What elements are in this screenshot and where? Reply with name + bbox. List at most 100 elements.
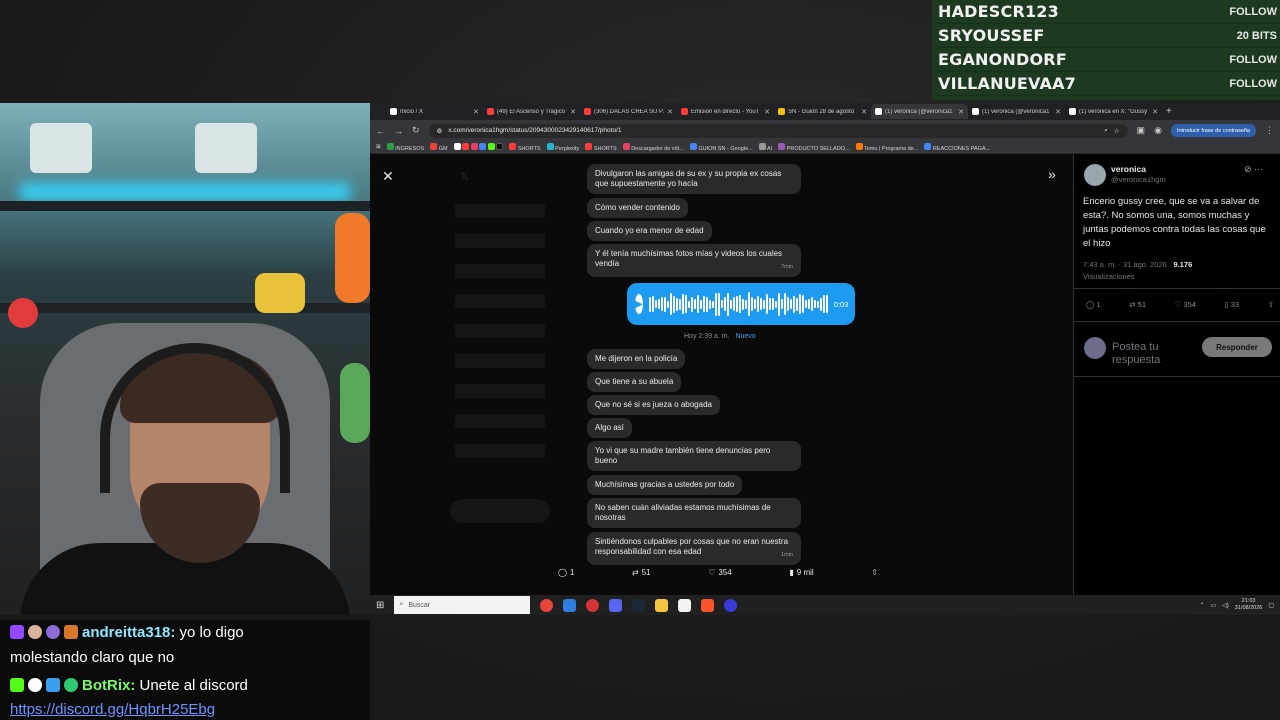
clock[interactable]: 21:03 31/08/2026: [1235, 598, 1263, 612]
menu-icon[interactable]: ⋮: [1265, 125, 1274, 136]
browser-tab[interactable]: (1) veronica en X: "Gussy ✕: [1065, 104, 1162, 119]
bookmark-item[interactable]: INGRESOS: [386, 142, 424, 152]
browser-tab[interactable]: SN - Guion 28 de agosto ✕: [774, 104, 871, 119]
author-name[interactable]: veronica: [1111, 164, 1146, 174]
chrome-icon[interactable]: [540, 598, 554, 612]
play-icon[interactable]: ▶: [635, 294, 643, 314]
close-icon[interactable]: ✕: [667, 108, 673, 116]
reply-button[interactable]: ◯ 1: [558, 568, 574, 577]
reply-button[interactable]: ◯ 1: [1086, 300, 1101, 309]
reply-input[interactable]: Postea tu respuesta: [1112, 341, 1192, 367]
browser-tab[interactable]: Inicio / X ✕: [386, 104, 483, 119]
like-button[interactable]: ♡ 354: [1175, 300, 1196, 309]
x-photo-page: 𝕏 ✕ » Divulgaron las amigas de su ex y s…: [370, 154, 1280, 595]
bookmark-icon: [386, 142, 394, 150]
profile-icon[interactable]: ◉: [1154, 125, 1162, 136]
close-icon[interactable]: ✕: [764, 108, 770, 116]
tweet-meta: 7:43 a. m. · 31 ago. 2026 · 9.176: [1083, 260, 1192, 269]
author-handle[interactable]: @veronica1hgm: [1111, 175, 1166, 184]
mail-icon[interactable]: [563, 598, 577, 612]
bookmark-item[interactable]: [453, 142, 504, 152]
bookmark-label: Temu | Programa de...: [863, 145, 919, 152]
obs-icon[interactable]: [586, 598, 600, 612]
forward-icon[interactable]: →: [394, 126, 403, 136]
like-button[interactable]: ♡ 354: [708, 568, 732, 577]
password-prompt-button[interactable]: Introducir frase de contraseña: [1170, 124, 1256, 137]
share-button[interactable]: ⇧: [1268, 300, 1274, 309]
discord-icon[interactable]: [609, 598, 623, 612]
folder-icon[interactable]: [655, 598, 669, 612]
close-icon[interactable]: ✕: [473, 108, 479, 116]
steam-icon[interactable]: [632, 598, 646, 612]
bookmark-item[interactable]: REACCIONES PAGA...: [924, 142, 991, 152]
browser-tab[interactable]: Emisión en directo - YouT ✕: [677, 104, 774, 119]
bookmark-label: REACCIONES PAGA...: [932, 145, 991, 152]
views-button[interactable]: ▮ 9 mil: [789, 568, 813, 577]
more-icon[interactable]: ⋯: [1254, 164, 1263, 174]
close-icon[interactable]: ✕: [570, 108, 576, 116]
discord-link[interactable]: https://discord.gg/HqbrH25Ebg: [10, 701, 215, 718]
url-text: x.com/veronica1hgm/status/20943000234291…: [448, 127, 622, 134]
close-icon[interactable]: ✕: [1055, 108, 1061, 116]
repost-button[interactable]: ⇄ 51: [632, 568, 651, 577]
chevron-up-icon[interactable]: ⌃: [1199, 602, 1204, 609]
speaker-icon[interactable]: ◁): [1222, 602, 1229, 609]
bookmark-item[interactable]: SHORTS: [585, 142, 617, 152]
waveform-bar: [738, 295, 741, 313]
led-strip: [20, 183, 350, 201]
close-icon[interactable]: ✕: [1152, 108, 1158, 116]
award-plaque: [195, 123, 257, 173]
repost-button[interactable]: ⇄ 51: [1129, 300, 1146, 309]
close-icon[interactable]: ✕: [382, 168, 394, 185]
bookmark-item[interactable]: PRODUCTO SELLADO...: [778, 142, 850, 152]
waveform-bar: [678, 298, 681, 310]
back-icon[interactable]: ←: [376, 126, 385, 136]
apps-icon[interactable]: ⊞: [376, 144, 381, 150]
bookmark-button[interactable]: ▯ 33: [1225, 300, 1240, 309]
waveform-bar: [753, 299, 756, 309]
reply-submit-button[interactable]: Responder: [1202, 337, 1272, 357]
browser-tab[interactable]: (49) El Ascenso y Trágico ✕: [483, 104, 580, 119]
new-tab-button[interactable]: +: [1166, 106, 1172, 117]
dm-message: Y él tenía muchísimas fotos mías y video…: [587, 244, 801, 277]
dm-message: Que no sé si es jueza o abogada: [587, 395, 720, 415]
bookmark-item[interactable]: GUION SN - Google...: [689, 142, 753, 152]
close-icon[interactable]: ✕: [958, 108, 964, 116]
taskbar-search[interactable]: ⌕ Buscar: [394, 596, 531, 614]
notepad-icon[interactable]: [678, 598, 692, 612]
app-icon[interactable]: [724, 598, 738, 612]
network-icon[interactable]: ▭: [1211, 602, 1217, 609]
share-button[interactable]: ⇧: [871, 568, 878, 577]
bookmark-count: 33: [1230, 300, 1240, 309]
bookmark-item[interactable]: GM: [430, 142, 448, 152]
notification-icon[interactable]: ▢: [1268, 602, 1274, 609]
bookmark-item[interactable]: SHORTS: [509, 142, 541, 152]
subscriber-badge-icon: [46, 625, 60, 639]
reload-icon[interactable]: ↻: [412, 125, 420, 136]
browser-tab[interactable]: (306) DALAS CREA SU P... ✕: [580, 104, 677, 119]
star-icon[interactable]: ☆: [1114, 127, 1120, 135]
browser-tab-active[interactable]: (1) veronica (@veronica1 ✕: [871, 104, 968, 119]
x-icon: [875, 108, 882, 115]
grok-icon[interactable]: ⊘: [1244, 164, 1252, 174]
bookmark-item[interactable]: Perplexity: [546, 142, 579, 152]
close-icon[interactable]: ✕: [861, 108, 867, 116]
site-info-icon[interactable]: ⚙: [437, 127, 443, 135]
brave-icon[interactable]: [701, 598, 715, 612]
waveform-bar: [648, 296, 651, 312]
bookmark-item[interactable]: AI: [758, 142, 772, 152]
voice-message[interactable]: ▶ 0:03: [627, 283, 855, 325]
address-bar[interactable]: ⚙ x.com/veronica1hgm/status/209430002342…: [428, 123, 1128, 138]
search-icon[interactable]: ⌕: [1104, 127, 1108, 135]
bookmark-item[interactable]: Descargador de víd...: [622, 142, 684, 152]
dm-message-text: Me dijeron en la policía: [595, 354, 678, 363]
extensions-icon[interactable]: ▣: [1137, 125, 1146, 136]
browser-tab[interactable]: (1) veronica (@veronica1 ✕: [968, 104, 1065, 119]
expand-panel-icon[interactable]: »: [1048, 166, 1056, 182]
windows-start-icon[interactable]: ⊞: [376, 600, 384, 611]
waveform-bar: [774, 300, 777, 308]
bookmark-item[interactable]: Temu | Programa de...: [855, 142, 919, 152]
views-label: Visualizaciones: [1083, 272, 1135, 281]
tiktok-icon: [496, 142, 504, 150]
avatar[interactable]: [1084, 164, 1106, 186]
